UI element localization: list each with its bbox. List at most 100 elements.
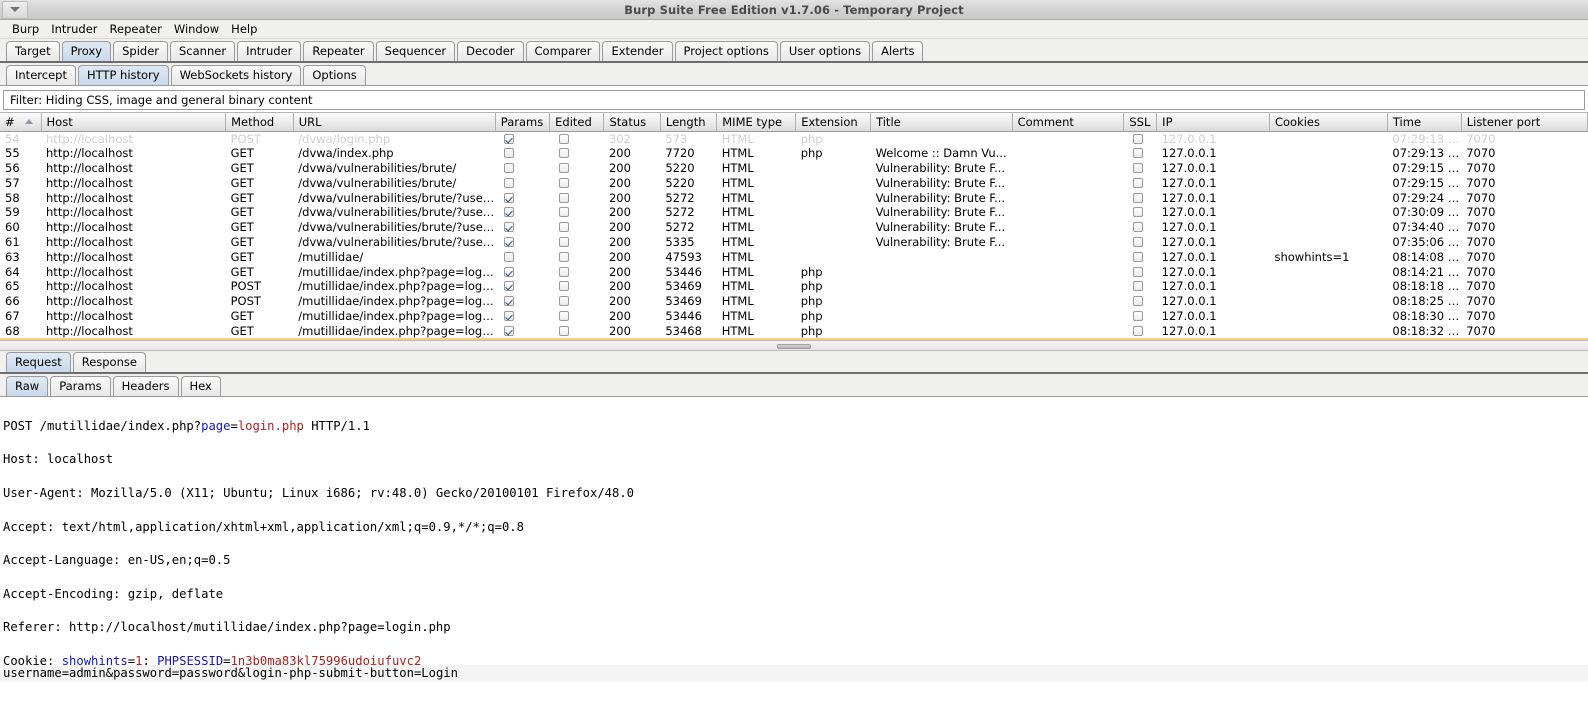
table-row[interactable]: 63http://localhostGET/mutillidae/2004759… — [0, 249, 1588, 264]
cell-params — [495, 205, 549, 220]
tab-label: Raw — [15, 379, 39, 393]
column-header-mime-type[interactable]: MIME type — [717, 113, 796, 131]
tab-request[interactable]: Request — [6, 352, 71, 372]
tab-label: HTTP history — [87, 68, 160, 82]
column-header-extension[interactable]: Extension — [796, 113, 871, 131]
table-row[interactable]: 55http://localhostGET/dvwa/index.php2007… — [0, 146, 1588, 161]
table-row[interactable]: 58http://localhostGET/dvwa/vulnerabiliti… — [0, 190, 1588, 205]
table-row[interactable]: 56http://localhostGET/dvwa/vulnerabiliti… — [0, 161, 1588, 176]
tab-raw[interactable]: Raw — [6, 376, 48, 396]
table-row[interactable]: 66http://localhostPOST/mutillidae/index.… — [0, 294, 1588, 309]
column-header-title[interactable]: Title — [871, 113, 1013, 131]
tab-label: Params — [59, 379, 101, 393]
table-row[interactable]: 68http://localhostGET/mutillidae/index.p… — [0, 323, 1588, 338]
tab-scanner[interactable]: Scanner — [170, 41, 235, 61]
column-header-params[interactable]: Params — [495, 113, 549, 131]
cell-method: POST — [226, 294, 294, 309]
panel-splitter[interactable] — [0, 340, 1588, 351]
cell-host: http://localhost — [41, 146, 226, 161]
column-header-listener-port[interactable]: Listener port — [1461, 113, 1587, 131]
column-header-ip[interactable]: IP — [1157, 113, 1270, 131]
menu-item-window[interactable]: Window — [168, 21, 225, 37]
cell-time: 08:14:21 1... — [1387, 264, 1461, 279]
column-header-method[interactable]: Method — [226, 113, 294, 131]
column-header-edited[interactable]: Edited — [550, 113, 604, 131]
checkbox-unchecked-icon — [559, 207, 569, 217]
cell-cookies — [1269, 309, 1387, 324]
table-row[interactable]: 65http://localhostPOST/mutillidae/index.… — [0, 279, 1588, 294]
tab-label: Options — [312, 68, 356, 82]
menu-item-burp[interactable]: Burp — [6, 21, 45, 37]
cell-host: http://localhost — [41, 190, 226, 205]
cell-title — [871, 249, 1013, 264]
menu-item-intruder[interactable]: Intruder — [45, 21, 103, 37]
cell-mime-type: HTML — [717, 220, 796, 235]
cell-number: 59 — [0, 205, 41, 220]
table-row[interactable]: 57http://localhostGET/dvwa/vulnerabiliti… — [0, 175, 1588, 190]
column-header-url[interactable]: URL — [293, 113, 495, 131]
tab-websockets-history[interactable]: WebSockets history — [171, 65, 302, 85]
menu-item-repeater[interactable]: Repeater — [104, 21, 168, 37]
tab-proxy[interactable]: Proxy — [62, 41, 112, 61]
table-row[interactable]: 59http://localhostGET/dvwa/vulnerabiliti… — [0, 205, 1588, 220]
column-header-comment[interactable]: Comment — [1012, 113, 1124, 131]
request-body[interactable]: username=admin&password=password&login-p… — [0, 665, 1588, 682]
table-row[interactable]: 60http://localhostGET/dvwa/vulnerabiliti… — [0, 220, 1588, 235]
tab-http-history[interactable]: HTTP history — [78, 65, 169, 85]
cell-title: Vulnerability: Brute F... — [871, 235, 1013, 250]
column-header-[interactable]: # — [0, 113, 41, 131]
column-header-label: Time — [1393, 115, 1421, 129]
cell-ip: 127.0.0.1 — [1157, 175, 1270, 190]
tab-extender[interactable]: Extender — [602, 41, 672, 61]
table-row[interactable]: 64http://localhostGET/mutillidae/index.p… — [0, 264, 1588, 279]
filter-bar[interactable]: Filter: Hiding CSS, image and general bi… — [3, 90, 1585, 110]
tab-target[interactable]: Target — [6, 41, 60, 61]
cell-mime-type: HTML — [717, 175, 796, 190]
tab-headers[interactable]: Headers — [113, 376, 179, 396]
cell-listener-port: 7070 — [1461, 264, 1587, 279]
cookie-name-phpsessid: PHPSESSID — [157, 654, 223, 665]
cell-length: 573 — [660, 131, 716, 146]
tab-sequencer[interactable]: Sequencer — [376, 41, 455, 61]
tab-hex[interactable]: Hex — [181, 376, 221, 396]
column-header-host[interactable]: Host — [41, 113, 226, 131]
cell-title — [871, 279, 1013, 294]
cell-comment — [1012, 146, 1124, 161]
http-history-table-container[interactable]: #HostMethodURLParamsEditedStatusLengthMI… — [0, 112, 1588, 340]
tab-alerts[interactable]: Alerts — [872, 41, 923, 61]
tab-project-options[interactable]: Project options — [675, 41, 778, 61]
tab-response[interactable]: Response — [73, 352, 146, 372]
checkbox-unchecked-icon — [1133, 134, 1143, 144]
table-row[interactable]: 54http://localhostPOST/dvwa/login.php302… — [0, 131, 1588, 146]
column-header-cookies[interactable]: Cookies — [1269, 113, 1387, 131]
tab-params[interactable]: Params — [50, 376, 110, 396]
tab-options[interactable]: Options — [303, 65, 365, 85]
cookie-value-phpsessid: 1n3b0ma83kl75996udoiufuvc2 — [231, 654, 422, 665]
tab-intercept[interactable]: Intercept — [6, 65, 76, 85]
menu-item-help[interactable]: Help — [225, 21, 263, 37]
column-header-time[interactable]: Time — [1387, 113, 1461, 131]
window-title-bar: Burp Suite Free Edition v1.7.06 - Tempor… — [0, 0, 1588, 20]
column-header-status[interactable]: Status — [604, 113, 660, 131]
table-row[interactable]: 67http://localhostGET/mutillidae/index.p… — [0, 309, 1588, 324]
cell-status: 200 — [604, 323, 660, 338]
cell-host: http://localhost — [41, 279, 226, 294]
column-header-label: Title — [876, 115, 901, 129]
tab-user-options[interactable]: User options — [780, 41, 870, 61]
tab-spider[interactable]: Spider — [113, 41, 168, 61]
cell-title — [871, 264, 1013, 279]
tab-comparer[interactable]: Comparer — [526, 41, 601, 61]
column-header-ssl[interactable]: SSL — [1124, 113, 1157, 131]
cell-cookies — [1269, 205, 1387, 220]
cell-edited — [550, 161, 604, 176]
tab-decoder[interactable]: Decoder — [457, 41, 523, 61]
checkbox-unchecked-icon — [559, 222, 569, 232]
tab-intruder[interactable]: Intruder — [237, 41, 301, 61]
raw-request-editor[interactable]: POST /mutillidae/index.php?page=login.ph… — [0, 397, 1588, 665]
tab-repeater[interactable]: Repeater — [303, 41, 373, 61]
table-row[interactable]: 61http://localhostGET/dvwa/vulnerabiliti… — [0, 235, 1588, 250]
column-header-length[interactable]: Length — [660, 113, 716, 131]
cell-ip: 127.0.0.1 — [1157, 190, 1270, 205]
checkbox-checked-icon — [504, 296, 514, 306]
splitter-grip-icon[interactable] — [777, 344, 811, 349]
